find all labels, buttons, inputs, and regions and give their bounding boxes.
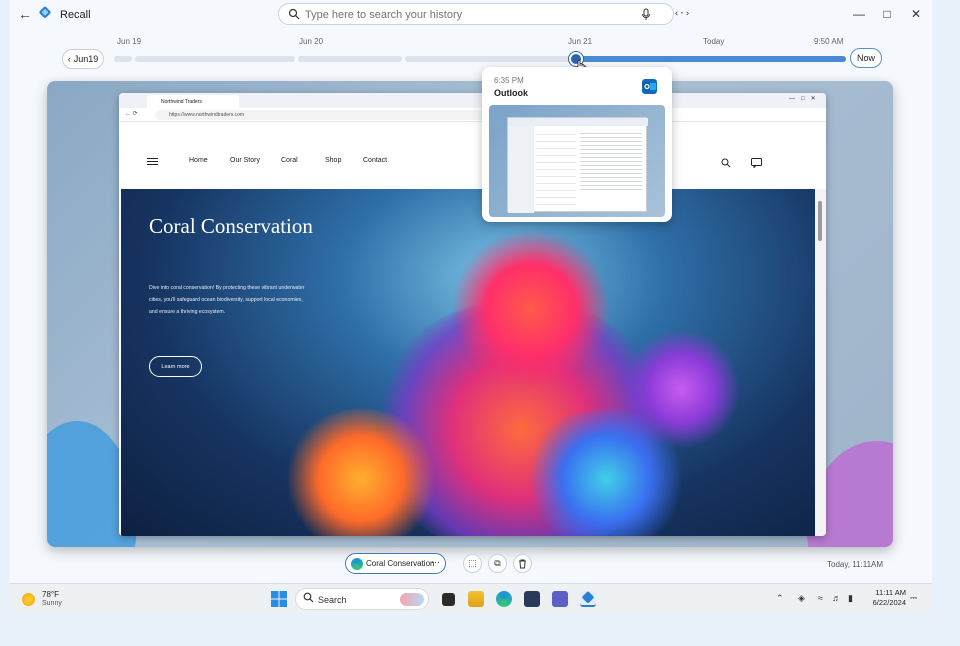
nav-home[interactable]: Home xyxy=(189,157,208,164)
timeline-segment[interactable] xyxy=(298,56,402,62)
coral-image xyxy=(281,409,441,536)
snapshot-preview[interactable]: Northwind Traders —□✕ ← ⟳ https://www.no… xyxy=(47,81,893,547)
timeline-label-jun20: Jun 20 xyxy=(299,37,324,46)
hero-description: Dive into coral conservation! By protect… xyxy=(149,285,305,315)
now-button[interactable]: Now xyxy=(850,48,882,68)
recall-taskbar-icon[interactable] xyxy=(580,591,596,607)
edge-icon[interactable] xyxy=(496,591,512,607)
browser-nav-icon: ← ⟳ xyxy=(125,111,138,117)
hover-card-time: 6:35 PM xyxy=(494,76,524,85)
select-region-icon: ⬚ xyxy=(468,558,477,568)
timeline-segment[interactable] xyxy=(135,56,295,62)
copilot-icon[interactable]: ◈ xyxy=(798,593,805,604)
previous-day-button[interactable]: ‹ Jun19 xyxy=(62,49,104,69)
back-arrow-icon[interactable]: ← xyxy=(16,6,34,22)
search-icon xyxy=(303,592,314,606)
nav-shop[interactable]: Shop xyxy=(325,157,341,164)
notification-bell-icon[interactable]: ⎓ xyxy=(910,593,917,604)
close-button[interactable]: ✕ xyxy=(905,5,927,23)
trash-icon xyxy=(519,559,526,568)
hero-title: Coral Conservation xyxy=(149,214,313,238)
coral-image xyxy=(451,229,611,389)
snapshot-hover-card[interactable]: 6:35 PM Outlook xyxy=(482,67,672,222)
search-highlight-icon xyxy=(400,593,424,606)
delete-button[interactable] xyxy=(513,554,532,573)
weather-condition[interactable]: Sunny xyxy=(42,600,62,607)
task-view-icon[interactable] xyxy=(442,593,455,606)
microphone-icon[interactable] xyxy=(639,7,653,21)
file-explorer-icon[interactable] xyxy=(468,591,484,607)
timeline-segment[interactable] xyxy=(405,56,573,62)
browser-tab-title: Northwind Traders xyxy=(161,99,202,105)
outlook-window-thumbnail xyxy=(507,117,648,213)
recall-window: ← Recall ‹·› — □ ✕ Jun 19 Jun 20 Jun 21 … xyxy=(10,0,932,583)
outlook-icon xyxy=(642,79,657,94)
store-icon[interactable] xyxy=(524,591,540,607)
browser-scrollbar[interactable] xyxy=(815,189,826,536)
more-options-icon[interactable]: ··· xyxy=(431,557,440,567)
chevron-up-icon[interactable]: ⌃ xyxy=(776,593,784,604)
screenshot-select-button[interactable]: ⬚ xyxy=(463,554,482,573)
site-navigation: Home Our Story Coral Shop Contact xyxy=(119,122,826,189)
snapshot-browser-window: Northwind Traders —□✕ ← ⟳ https://www.no… xyxy=(119,93,826,536)
volume-icon[interactable]: ♬ xyxy=(832,593,841,603)
teams-icon[interactable] xyxy=(552,591,568,607)
timeline-segment-active[interactable] xyxy=(576,56,846,62)
edge-browser-icon xyxy=(351,558,363,570)
nav-coral[interactable]: Coral xyxy=(281,157,298,164)
copy-button[interactable]: ⧉ xyxy=(488,554,507,573)
copy-icon: ⧉ xyxy=(494,558,501,568)
site-search-icon[interactable] xyxy=(721,155,731,173)
timeline-label-time: 9:50 AM xyxy=(814,37,844,46)
nav-our-story[interactable]: Our Story xyxy=(230,157,260,164)
search-box[interactable] xyxy=(278,3,674,25)
sun-icon[interactable] xyxy=(22,593,35,606)
taskbar-search-box[interactable]: Search xyxy=(295,588,429,610)
nav-contact[interactable]: Contact xyxy=(363,157,387,164)
hero-banner: Coral Conservation Dive into coral conse… xyxy=(121,189,815,536)
chevron-left-icon: ‹ xyxy=(67,54,71,64)
previous-day-label: Jun19 xyxy=(73,54,99,64)
timeline-label-today: Today xyxy=(703,37,725,46)
timeline-segment[interactable] xyxy=(114,56,132,62)
title-bar: ← Recall ‹·› — □ ✕ xyxy=(10,0,932,28)
snapshot-app-label: Coral Conservation xyxy=(366,559,435,568)
weather-temperature[interactable]: 78°F xyxy=(42,590,59,599)
timeline-label-jun19: Jun 19 xyxy=(117,37,142,46)
search-input[interactable] xyxy=(305,7,635,23)
windows-taskbar: 78°F Sunny Search ⌃ ◈ ≈ ♬ ▮ 11:11 AM 6/2… xyxy=(10,583,932,613)
chat-icon[interactable] xyxy=(751,155,762,173)
hover-card-thumbnail xyxy=(489,105,665,217)
snapshot-timestamp: Today, 11:11AM xyxy=(827,560,884,569)
recall-logo-icon xyxy=(38,6,52,20)
clock-date[interactable]: 6/22/2024 xyxy=(862,598,906,607)
snapshot-app-pill[interactable]: Coral Conservation ··· xyxy=(345,553,446,574)
browser-address-bar: ← ⟳ https://www.northwindtraders.com xyxy=(119,108,826,122)
taskbar-search-label: Search xyxy=(318,595,347,605)
browser-tab[interactable]: Northwind Traders xyxy=(147,95,239,108)
browser-window-controls-icon: —□✕ xyxy=(789,96,822,102)
coral-image xyxy=(621,329,741,449)
clock-time[interactable]: 11:11 AM xyxy=(872,588,906,597)
minimize-button[interactable]: — xyxy=(848,5,870,23)
code-toggle-icon[interactable]: ‹·› xyxy=(672,7,692,21)
timeline-label-jun21: Jun 21 xyxy=(568,37,593,46)
hamburger-menu-icon[interactable] xyxy=(147,158,158,165)
battery-icon[interactable]: ▮ xyxy=(848,593,853,604)
wifi-icon[interactable]: ≈ xyxy=(818,593,823,603)
learn-more-button[interactable]: Learn more xyxy=(149,356,202,377)
hover-card-app-name: Outlook xyxy=(494,88,528,98)
windows-start-icon[interactable] xyxy=(271,591,287,607)
browser-tab-bar: Northwind Traders —□✕ xyxy=(119,93,826,108)
maximize-button[interactable]: □ xyxy=(876,5,898,23)
search-icon xyxy=(287,7,301,21)
app-title: Recall xyxy=(60,9,91,21)
